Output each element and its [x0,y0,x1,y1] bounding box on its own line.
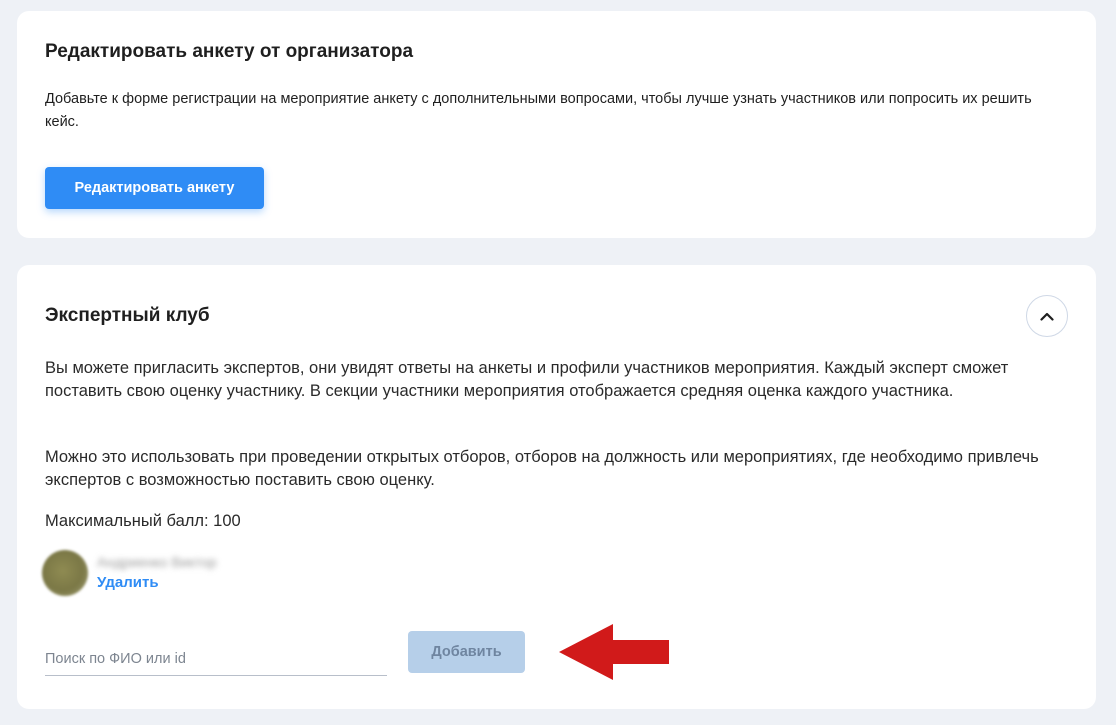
annotation-arrow-icon [559,624,669,680]
expert-club-usage-note: Можно это использовать при проведении от… [45,448,1039,489]
organizer-form-description: Добавьте к форме регистрации на мероприя… [45,91,1032,130]
max-score-label: Максимальный балл: 100 [45,512,241,530]
expert-search-input[interactable] [45,643,387,676]
expert-club-description: Вы можете пригласить экспертов, они увид… [45,359,1009,400]
collapse-button[interactable] [1026,295,1068,337]
expert-name: Андриенко Виктор [97,554,217,570]
edit-form-button[interactable]: Редактировать анкету [45,167,264,209]
organizer-form-title: Редактировать анкету от организатора [45,41,414,62]
expert-club-card: Экспертный клуб Вы можете пригласить экс… [17,265,1096,709]
remove-expert-link[interactable]: Удалить [97,574,159,591]
expert-club-title: Экспертный клуб [45,305,210,326]
chevron-up-icon [1040,312,1054,321]
organizer-form-card: Редактировать анкету от организатора Доб… [17,11,1096,238]
avatar [42,550,88,596]
add-expert-button[interactable]: Добавить [408,631,525,673]
